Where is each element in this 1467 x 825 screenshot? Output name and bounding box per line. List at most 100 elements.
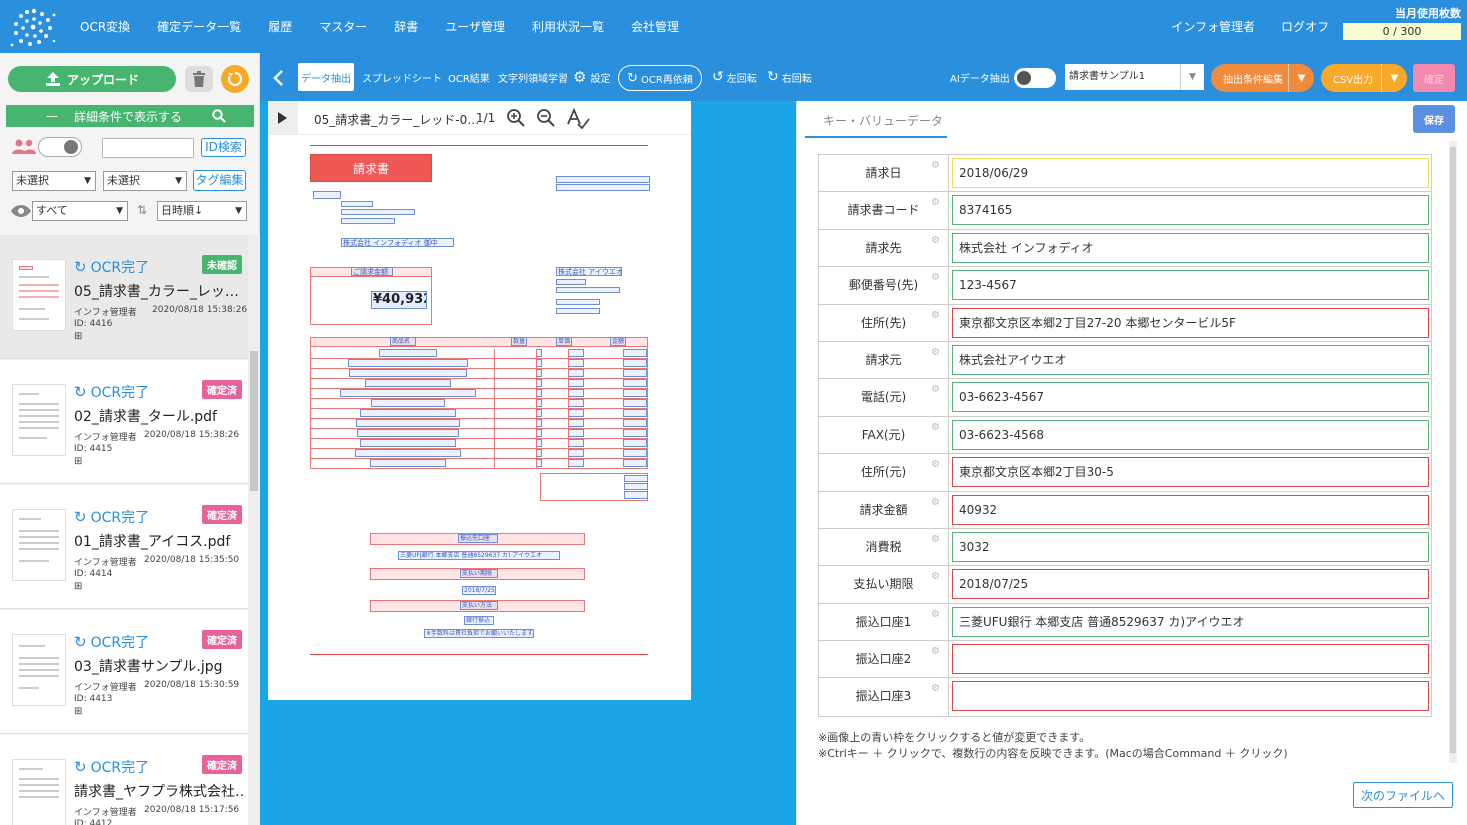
ocr-box[interactable]	[623, 369, 647, 377]
delete-button[interactable]	[185, 66, 213, 92]
kv-value-field[interactable]: 03-6623-4568	[952, 419, 1429, 450]
text-check-icon[interactable]	[566, 108, 590, 130]
ocr-box[interactable]	[623, 459, 647, 467]
gear-icon[interactable]: ⚙	[931, 384, 940, 395]
bank-box[interactable]: 三菱UFJ銀行 本郷支店 普通8529637 カ) アイウエオ	[398, 551, 560, 560]
ocr-box[interactable]	[568, 409, 584, 417]
ocr-box[interactable]	[568, 359, 584, 367]
save-button[interactable]: 保存	[1413, 105, 1455, 133]
col-qty[interactable]: 数量	[511, 337, 527, 346]
ocr-box[interactable]	[370, 399, 445, 407]
ocr-box[interactable]	[339, 389, 476, 397]
confirm-button[interactable]: 確定	[1413, 64, 1455, 92]
rotate-right-button[interactable]: ↻ 右回転	[767, 53, 812, 101]
file-item[interactable]: ↻ OCR完了 確定済 請求書_ヤフプラ株式会社… インフォ管理者 2020/08/…	[0, 735, 248, 825]
ocr-retry-button[interactable]: ↻ OCR再依頼	[618, 65, 702, 91]
gear-icon[interactable]: ⚙	[931, 609, 940, 620]
extract-condition-edit-button[interactable]: 抽出条件編集 ▼	[1211, 64, 1314, 92]
kv-value-field[interactable]	[952, 681, 1429, 712]
ocr-box[interactable]	[624, 491, 648, 499]
file-item[interactable]: ↻ OCR完了 確定済 02_請求書_タール.pdf インフォ管理者 2020/08…	[0, 360, 248, 484]
tab-key-value[interactable]: キー・バリューデータ	[805, 108, 947, 138]
gear-icon[interactable]: ⚙	[931, 646, 940, 657]
play-button[interactable]	[268, 101, 298, 135]
ocr-box[interactable]	[556, 287, 620, 293]
tab-ocr-result[interactable]: OCR結果	[448, 53, 490, 101]
ocr-box[interactable]	[568, 399, 584, 407]
ocr-box[interactable]	[556, 299, 600, 305]
ocr-box[interactable]	[378, 349, 437, 357]
expand-icon[interactable]: ⊞	[74, 456, 82, 467]
col-price[interactable]: 単価	[556, 337, 572, 346]
ocr-box[interactable]	[364, 379, 451, 387]
gear-icon[interactable]: ⚙	[931, 422, 940, 433]
due-box[interactable]: 2018/7/25	[462, 586, 496, 595]
kv-value-field[interactable]: 8374165	[952, 195, 1429, 226]
ocr-box[interactable]	[568, 439, 584, 447]
ocr-box[interactable]	[356, 429, 459, 437]
ocr-box[interactable]	[568, 429, 584, 437]
nav-history[interactable]: 履歴	[268, 18, 292, 35]
ocr-box[interactable]	[313, 191, 341, 199]
gear-icon[interactable]: ⚙	[931, 534, 940, 545]
nav-user-management[interactable]: ユーザ管理	[445, 18, 505, 35]
kv-scrollbar[interactable]	[1449, 141, 1457, 763]
gear-icon[interactable]: ⚙	[931, 571, 940, 582]
ocr-box[interactable]	[623, 359, 647, 367]
chevron-down-icon[interactable]: ▼	[1381, 64, 1407, 92]
gear-icon[interactable]: ⚙	[931, 459, 940, 470]
ocr-box[interactable]	[623, 399, 647, 407]
ocr-box[interactable]	[623, 419, 647, 427]
fee-note-box[interactable]: ※手数料は貴社負担でお願いいたします。	[424, 629, 534, 638]
kv-value-field[interactable]: 03-6623-4567	[952, 382, 1429, 413]
method-label-box[interactable]: 支払い方法	[460, 601, 498, 610]
ocr-box[interactable]	[623, 389, 647, 397]
ocr-box[interactable]	[347, 359, 468, 367]
filter-select-2[interactable]: 未選択 ▼	[103, 171, 187, 191]
ai-extract-toggle[interactable]	[1014, 68, 1056, 88]
ocr-box[interactable]	[341, 218, 395, 224]
upload-button[interactable]: アップロード	[8, 66, 176, 92]
nav-dictionary[interactable]: 辞書	[394, 18, 418, 35]
expand-icon[interactable]: ⊞	[74, 706, 82, 717]
ocr-box[interactable]	[369, 459, 446, 467]
file-list-scrollbar[interactable]	[248, 235, 260, 825]
ocr-box[interactable]	[341, 209, 415, 215]
kv-value-field[interactable]: 東京都文京区本郷2丁目30-5	[952, 457, 1429, 488]
ocr-box[interactable]	[556, 176, 650, 183]
ocr-box[interactable]	[623, 379, 647, 387]
file-item[interactable]: ↻ OCR完了 確定済 01_請求書_アイコス.pdf インフォ管理者 2020/0…	[0, 485, 248, 609]
ocr-box[interactable]	[623, 449, 647, 457]
tab-spreadsheet[interactable]: スプレッドシート	[362, 53, 442, 101]
ocr-box[interactable]	[568, 389, 584, 397]
kv-value-field[interactable]: 株式会社 インフォディオ	[952, 232, 1429, 263]
ocr-box[interactable]	[341, 201, 373, 207]
csv-export-button[interactable]: CSV出力 ▼	[1321, 64, 1407, 92]
kv-value-field[interactable]: 40932	[952, 494, 1429, 525]
nav-ocr-convert[interactable]: OCR変換	[80, 18, 130, 35]
nav-usage-list[interactable]: 利用状況一覧	[532, 18, 604, 35]
ocr-box[interactable]	[568, 459, 584, 467]
expand-icon[interactable]: ⊞	[74, 331, 82, 342]
chevron-down-icon[interactable]: ▼	[1288, 64, 1314, 92]
ocr-box[interactable]	[568, 349, 584, 357]
nav-master[interactable]: マスター	[319, 18, 367, 35]
company-to-box[interactable]: 株式会社 インフォディオ 御中	[341, 238, 454, 247]
back-arrow-icon[interactable]	[272, 69, 284, 87]
col-amount[interactable]: 金額	[610, 337, 626, 346]
gear-icon[interactable]: ⚙	[931, 235, 940, 246]
due-label-box[interactable]: 支払い期限	[460, 569, 498, 578]
kv-value-field[interactable]: 2018/07/25	[952, 569, 1429, 600]
view-select[interactable]: すべて ▼	[32, 201, 128, 221]
rotate-left-button[interactable]: ↺ 左回転	[712, 53, 757, 101]
ocr-box[interactable]	[623, 429, 647, 437]
kv-value-field[interactable]	[952, 644, 1429, 675]
id-search-button[interactable]: ID検索	[201, 138, 246, 157]
amount-label-box[interactable]: ご請求金額	[351, 267, 393, 276]
id-search-input[interactable]	[102, 138, 194, 158]
ocr-box[interactable]	[568, 419, 584, 427]
kv-value-field[interactable]: 株式会社アイウエオ	[952, 344, 1429, 375]
ocr-box[interactable]	[624, 475, 648, 482]
nav-confirmed-data[interactable]: 確定データ一覧	[157, 18, 241, 35]
ocr-box[interactable]	[624, 483, 648, 490]
